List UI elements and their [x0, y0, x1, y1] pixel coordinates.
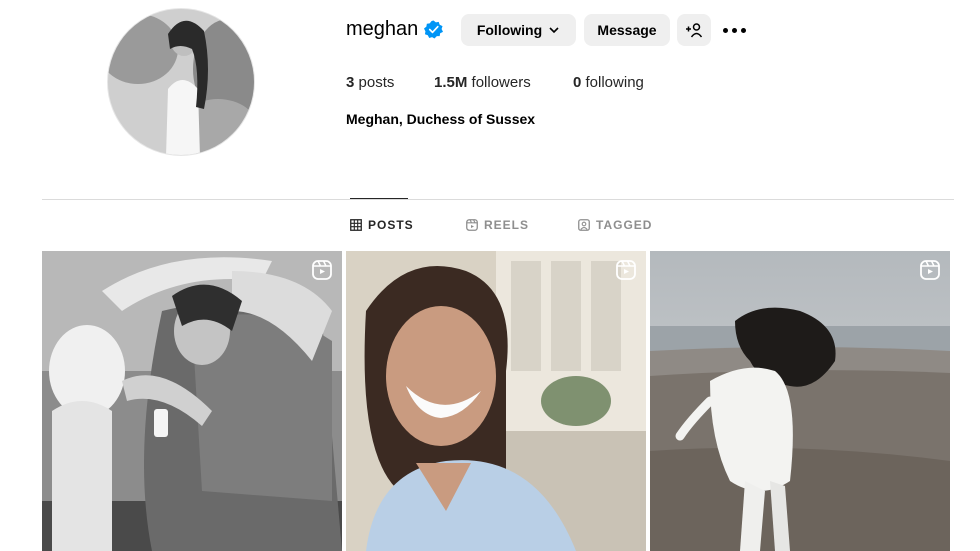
profile-username: meghan — [346, 18, 419, 40]
followers-count-link[interactable]: 1.5M followers — [434, 74, 531, 91]
active-tab-indicator — [350, 198, 408, 199]
profile-full-name: Meghan, Duchess of Sussex — [346, 111, 536, 127]
reel-badge-icon — [616, 260, 636, 280]
tab-tagged[interactable]: TAGGED — [578, 218, 652, 232]
posts-count-stat: 3 posts — [346, 74, 395, 91]
reel-badge-icon — [312, 260, 332, 280]
post-thumbnail-beach-run — [650, 251, 950, 551]
chevron-down-icon — [549, 27, 559, 34]
tabs-divider — [42, 199, 954, 200]
reel-badge-icon — [920, 260, 940, 280]
tab-posts[interactable]: POSTS — [350, 218, 414, 232]
grid-icon — [350, 219, 362, 231]
more-options-icon[interactable] — [723, 22, 747, 38]
tab-reels[interactable]: REELS — [466, 218, 529, 232]
following-count-link[interactable]: 0 following — [573, 74, 644, 91]
post-tile[interactable] — [42, 251, 342, 551]
avatar-photo — [108, 9, 254, 155]
post-tile[interactable] — [650, 251, 950, 551]
message-button[interactable]: Message — [584, 14, 670, 46]
reels-icon — [466, 219, 478, 231]
post-tile[interactable] — [346, 251, 646, 551]
post-thumbnail-dog-monochrome — [42, 251, 342, 551]
verified-badge-icon — [424, 20, 443, 39]
add-person-icon — [686, 23, 703, 38]
profile-avatar[interactable] — [107, 8, 255, 156]
suggest-users-button[interactable] — [677, 14, 711, 46]
message-label: Message — [597, 22, 657, 38]
tagged-icon — [578, 219, 590, 231]
following-label: Following — [476, 22, 543, 38]
post-thumbnail-portrait-smile — [346, 251, 646, 551]
following-button[interactable]: Following — [461, 14, 576, 46]
